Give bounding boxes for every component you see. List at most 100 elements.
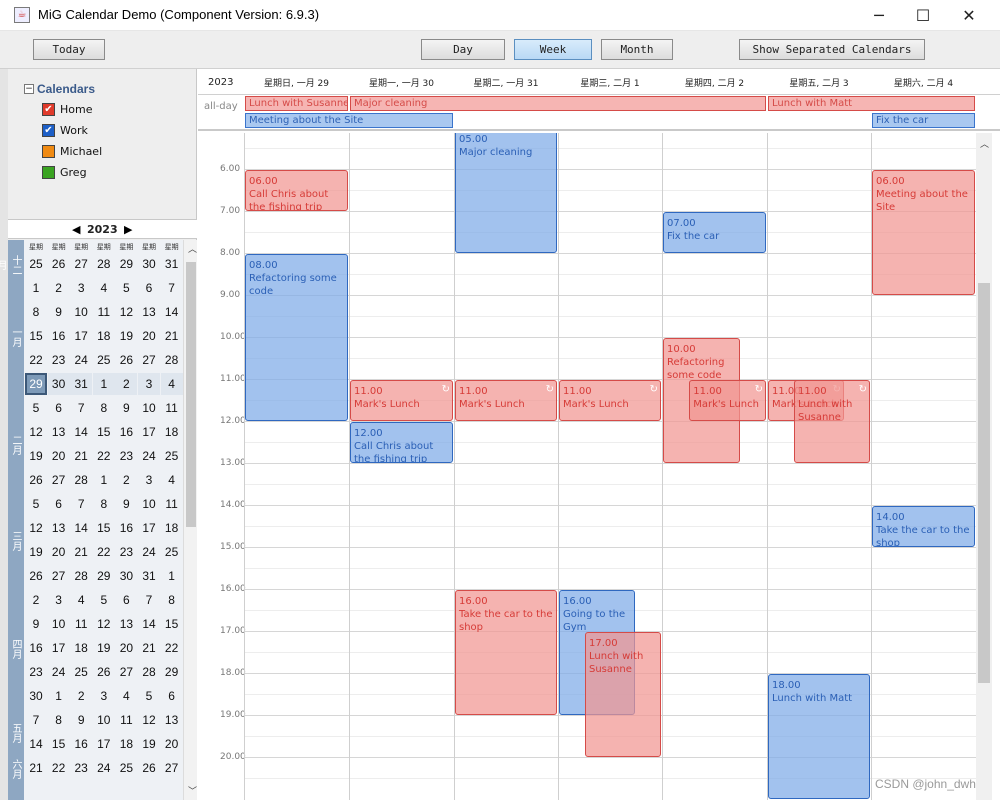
mini-day-cell[interactable]: 12 xyxy=(93,613,115,635)
calendar-checkbox[interactable]: ✔ xyxy=(42,124,55,137)
mini-day-cell[interactable]: 3 xyxy=(48,589,70,611)
mini-day-cell[interactable]: 26 xyxy=(115,349,137,371)
mini-day-cell[interactable]: 23 xyxy=(70,757,92,779)
calendar-event[interactable]: 12.00 Call Chris about the fishing trip xyxy=(350,422,453,463)
mini-day-cell[interactable]: 27 xyxy=(161,757,183,779)
all-day-event[interactable]: Lunch with Matt xyxy=(768,96,975,111)
mini-day-cell[interactable]: 17 xyxy=(70,325,92,347)
collapse-toggle-icon[interactable]: − xyxy=(24,84,34,94)
mini-day-cell[interactable]: 9 xyxy=(115,493,137,515)
calendar-checkbox[interactable]: ✔ xyxy=(42,103,55,116)
mini-day-cell[interactable]: 8 xyxy=(25,301,47,323)
mini-day-cell[interactable]: 4 xyxy=(160,373,183,395)
mini-day-cell[interactable]: 16 xyxy=(115,421,137,443)
mini-day-cell[interactable]: 6 xyxy=(115,589,137,611)
mini-day-cell[interactable]: 4 xyxy=(161,469,183,491)
mini-day-cell[interactable]: 3 xyxy=(138,373,160,395)
mini-day-cell[interactable]: 24 xyxy=(138,445,160,467)
mini-day-cell[interactable]: 1 xyxy=(48,685,70,707)
calendar-event[interactable]: 11.00 Mark's Lunch ↻ xyxy=(689,380,766,421)
mini-day-cell[interactable]: 3 xyxy=(93,685,115,707)
mini-day-cell[interactable]: 18 xyxy=(161,421,183,443)
calendar-event[interactable]: 11.00 Mark's Lunch ↻ xyxy=(559,380,661,421)
mini-day-cell[interactable]: 5 xyxy=(25,493,47,515)
mini-day-cell[interactable]: 14 xyxy=(138,613,160,635)
mini-day-cell[interactable]: 9 xyxy=(115,397,137,419)
mini-day-cell[interactable]: 21 xyxy=(138,637,160,659)
mini-day-cell[interactable]: 7 xyxy=(138,589,160,611)
mini-day-cell[interactable]: 1 xyxy=(93,469,115,491)
mini-day-cell[interactable]: 11 xyxy=(161,493,183,515)
mini-day-cell[interactable]: 8 xyxy=(161,589,183,611)
mini-day-cell[interactable]: 10 xyxy=(93,709,115,731)
mini-day-cell[interactable]: 3 xyxy=(70,277,92,299)
mini-day-cell[interactable]: 16 xyxy=(48,325,70,347)
mini-scroll-thumb[interactable] xyxy=(186,262,196,527)
mini-day-cell[interactable]: 25 xyxy=(161,445,183,467)
mini-day-cell[interactable]: 15 xyxy=(93,517,115,539)
calendar-event[interactable]: 08.00 Refactoring some code xyxy=(245,254,348,421)
calendar-event[interactable]: 14.00 Take the car to the shop xyxy=(872,506,975,547)
calendar-event[interactable]: 11.00 Mark's Lunch ↻ xyxy=(350,380,453,421)
mini-day-cell[interactable]: 18 xyxy=(161,517,183,539)
mini-day-cell[interactable]: 9 xyxy=(25,613,47,635)
day-header-6[interactable]: 星期六, 二月 4 xyxy=(871,76,976,92)
mini-day-cell[interactable]: 5 xyxy=(138,685,160,707)
mini-day-cell[interactable]: 5 xyxy=(115,277,137,299)
mini-day-cell[interactable]: 2 xyxy=(70,685,92,707)
mini-day-cell[interactable]: 12 xyxy=(115,301,137,323)
mini-calendar-scrollbar[interactable]: ︿ ﹀ xyxy=(183,240,197,800)
mini-day-cell[interactable]: 13 xyxy=(161,709,183,731)
mini-day-cell[interactable]: 10 xyxy=(48,613,70,635)
mini-day-cell[interactable]: 22 xyxy=(48,757,70,779)
day-header-0[interactable]: 星期日, 一月 29 xyxy=(244,76,349,92)
month-view-button[interactable]: Month xyxy=(601,39,673,60)
mini-day-cell[interactable]: 17 xyxy=(93,733,115,755)
mini-day-cell[interactable]: 29 xyxy=(115,253,137,275)
mini-day-cell[interactable]: 8 xyxy=(48,709,70,731)
prev-year-arrow-icon[interactable]: ◀ xyxy=(72,223,80,236)
mini-day-cell[interactable]: 1 xyxy=(92,373,115,395)
mini-day-cell[interactable]: 30 xyxy=(115,565,137,587)
mini-day-cell[interactable]: 11 xyxy=(161,397,183,419)
mini-day-cell[interactable]: 28 xyxy=(70,565,92,587)
day-header-4[interactable]: 星期四, 二月 2 xyxy=(662,76,767,92)
mini-day-cell[interactable]: 15 xyxy=(161,613,183,635)
mini-day-cell[interactable]: 2 xyxy=(115,373,138,395)
mini-day-cell[interactable]: 6 xyxy=(48,493,70,515)
calendar-event[interactable]: 11.00 Mark's Lunch ↻ xyxy=(455,380,557,421)
mini-day-cell[interactable]: 27 xyxy=(48,565,70,587)
scroll-up-icon[interactable]: ︿ xyxy=(980,137,989,150)
mini-day-cell[interactable]: 14 xyxy=(70,517,92,539)
calendar-event[interactable]: 07.00 Fix the car xyxy=(663,212,766,253)
mini-day-cell[interactable]: 23 xyxy=(115,445,137,467)
mini-day-cell[interactable]: 26 xyxy=(25,565,47,587)
day-header-2[interactable]: 星期二, 一月 31 xyxy=(454,76,558,92)
mini-day-cell[interactable]: 8 xyxy=(93,397,115,419)
mini-day-cell[interactable]: 16 xyxy=(25,637,47,659)
mini-day-cell[interactable]: 31 xyxy=(138,565,160,587)
mini-day-cell[interactable]: 10 xyxy=(138,493,160,515)
mini-day-cell[interactable]: 2 xyxy=(48,277,70,299)
mini-day-cell[interactable]: 22 xyxy=(25,349,47,371)
mini-day-cell[interactable]: 7 xyxy=(25,709,47,731)
mini-day-cell[interactable]: 15 xyxy=(93,421,115,443)
mini-day-cell[interactable]: 15 xyxy=(48,733,70,755)
mini-day-cell[interactable]: 8 xyxy=(93,493,115,515)
calendar-checkbox[interactable] xyxy=(42,166,55,179)
mini-day-cell[interactable]: 13 xyxy=(138,301,160,323)
mini-day-cell[interactable]: 19 xyxy=(25,541,47,563)
mini-day-cell[interactable]: 27 xyxy=(115,661,137,683)
mini-day-cell[interactable]: 6 xyxy=(48,397,70,419)
mini-day-cell[interactable]: 30 xyxy=(47,373,70,395)
close-button[interactable]: ✕ xyxy=(946,0,992,31)
mini-day-cell[interactable]: 16 xyxy=(70,733,92,755)
calendar-checkbox[interactable] xyxy=(42,145,55,158)
mini-day-cell[interactable]: 19 xyxy=(25,445,47,467)
mini-day-cell[interactable]: 25 xyxy=(161,541,183,563)
mini-day-cell[interactable]: 12 xyxy=(25,421,47,443)
mini-day-cell[interactable]: 11 xyxy=(93,301,115,323)
mini-day-cell[interactable]: 5 xyxy=(93,589,115,611)
mini-day-cell[interactable]: 28 xyxy=(161,349,183,371)
mini-day-cell[interactable]: 19 xyxy=(115,325,137,347)
